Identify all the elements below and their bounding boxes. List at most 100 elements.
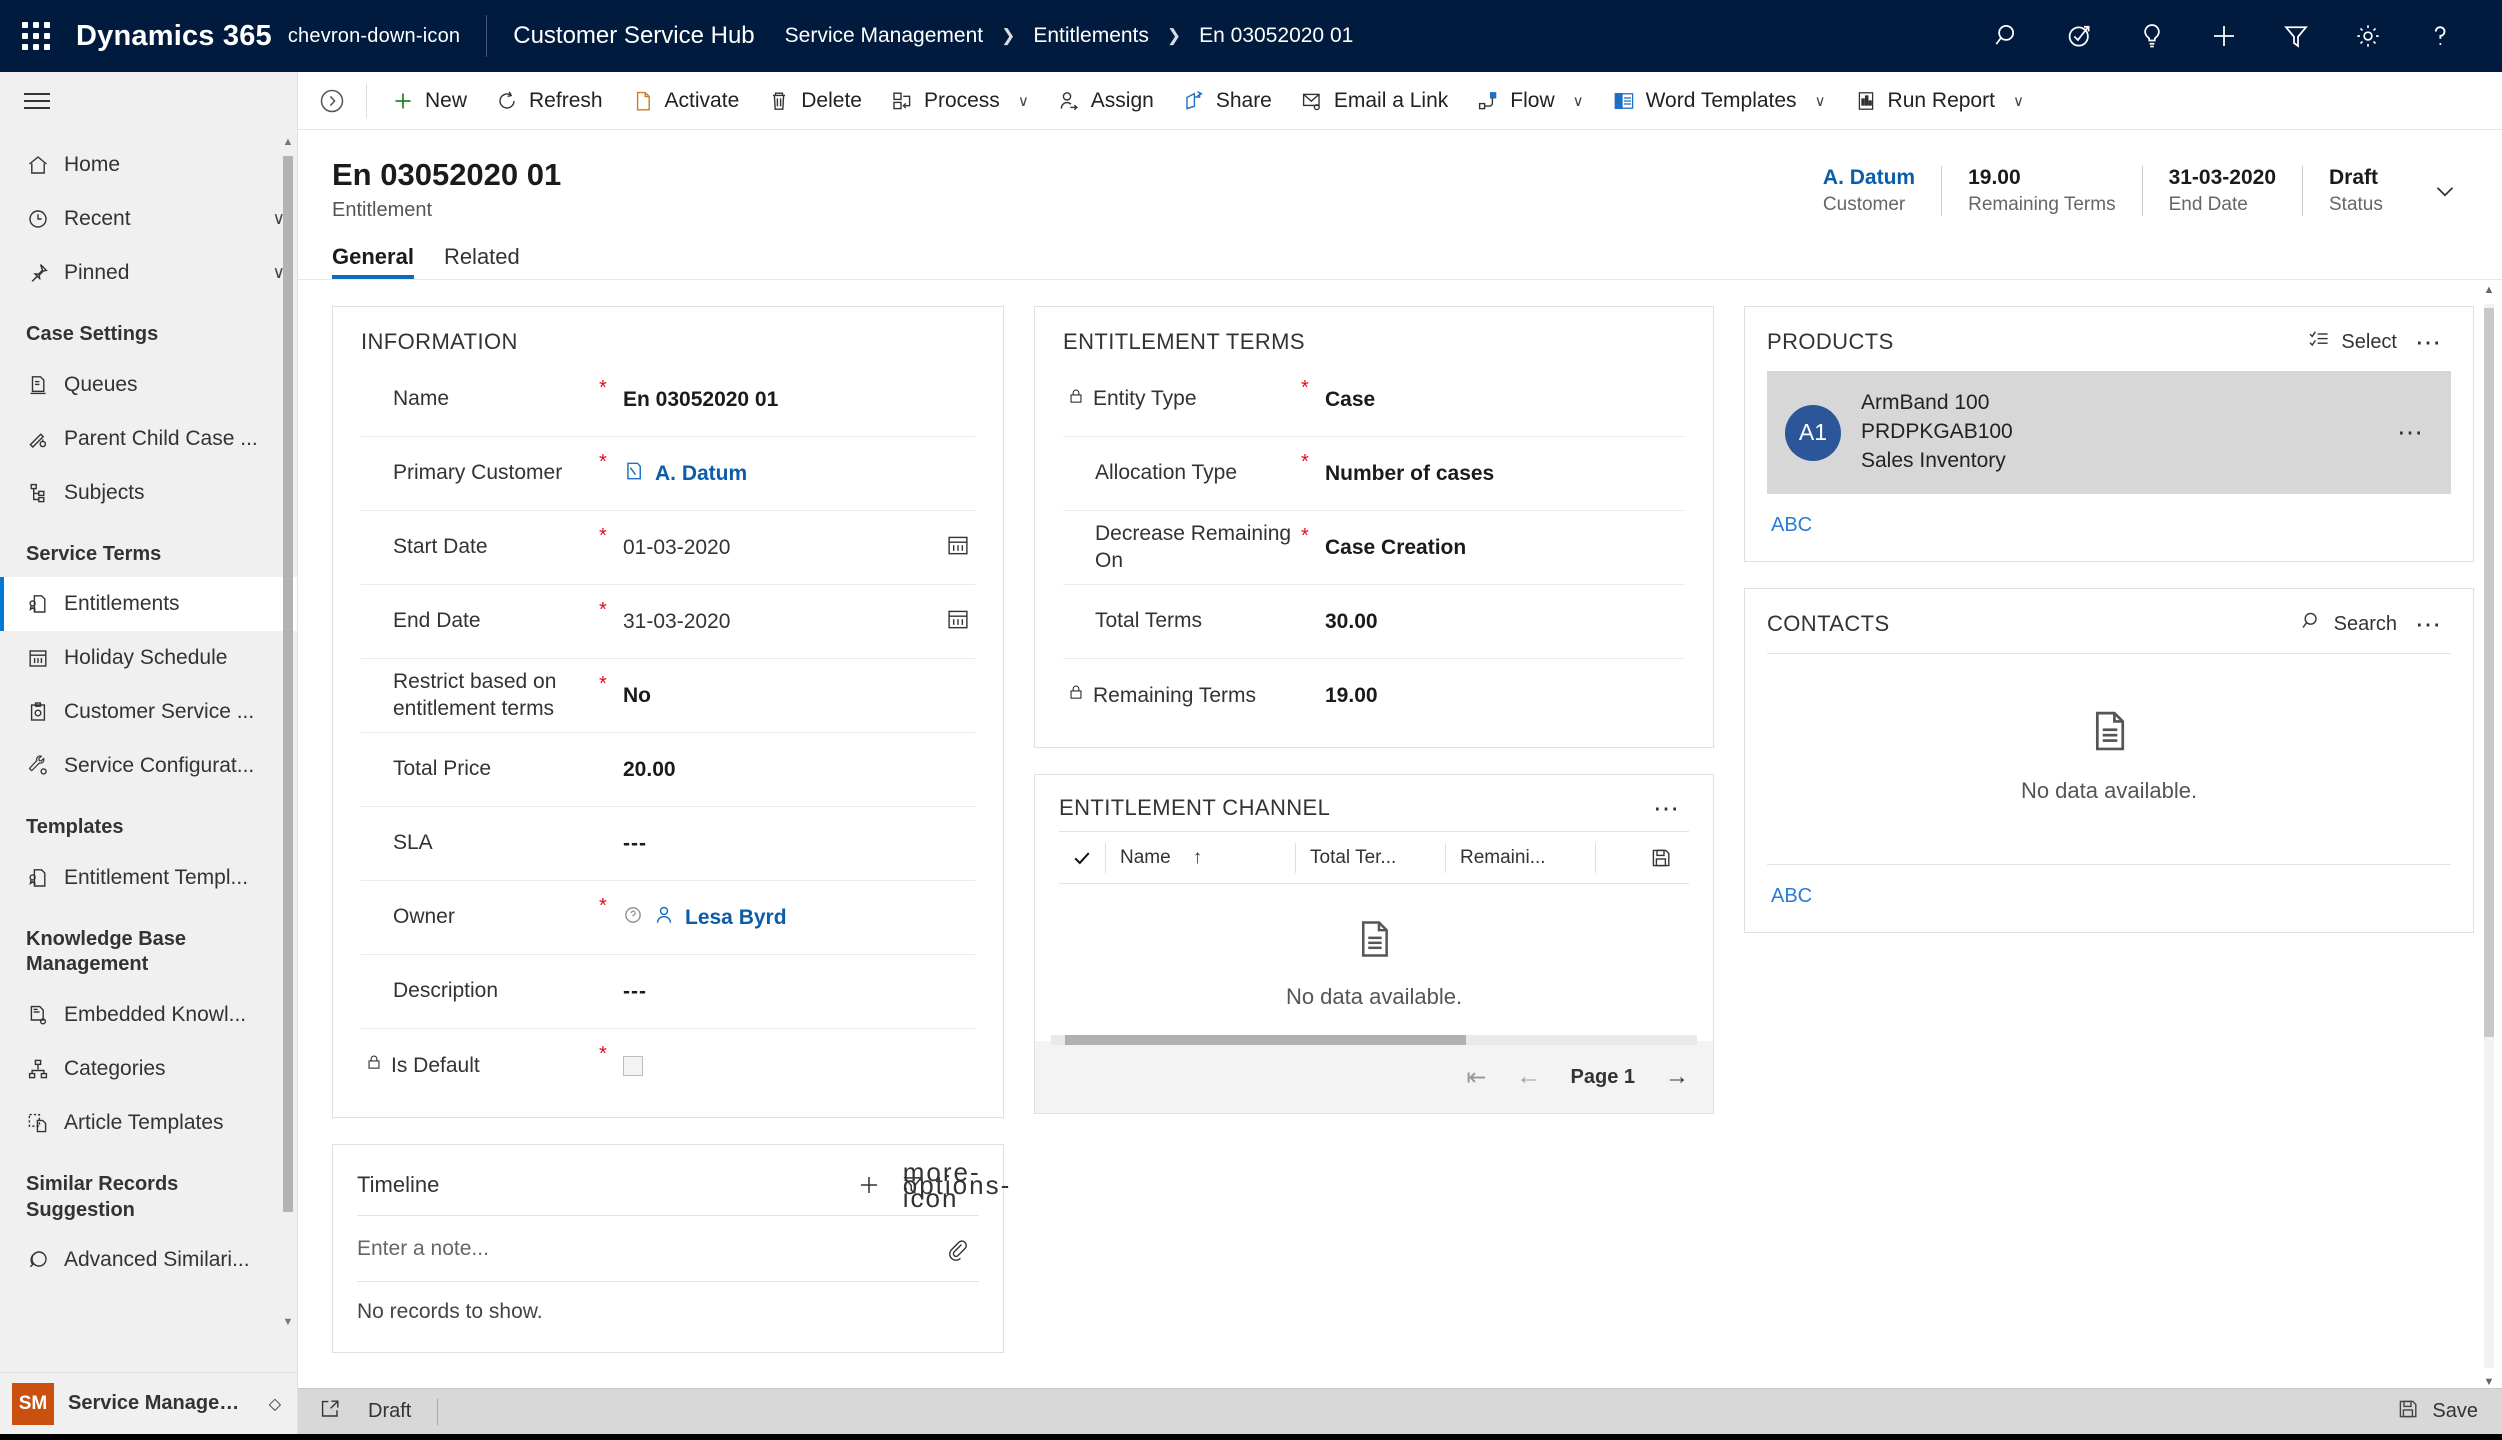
scroll-down-arrow-icon[interactable]: ▼	[2483, 1376, 2495, 1388]
sidebar-item-queues[interactable]: Queues	[0, 358, 297, 412]
activate-button[interactable]: Activate	[617, 77, 754, 125]
chevron-down-icon[interactable]: ∨	[2013, 92, 2024, 110]
more-options-icon[interactable]: ⋯	[2389, 419, 2433, 445]
note-input[interactable]	[357, 1236, 935, 1261]
chevron-down-icon[interactable]: ∨	[1573, 92, 1584, 110]
area-switcher-icon[interactable]: ◇	[269, 1394, 281, 1414]
restrict-based-on-entitlement-terms-field[interactable]: No	[623, 684, 975, 708]
share-button[interactable]: Share	[1168, 77, 1286, 125]
products-footer-link[interactable]: ABC	[1767, 494, 2451, 537]
hamburger-menu-icon[interactable]	[0, 72, 297, 130]
run-report-button[interactable]: Run Report ∨	[1840, 77, 2038, 125]
owner-value[interactable]: Lesa Byrd	[685, 906, 787, 930]
header-field-value[interactable]: A. Datum	[1823, 166, 1915, 190]
help-question-icon[interactable]	[2404, 0, 2476, 72]
sidebar-item-entitlement-templates[interactable]: Entitlement Templ...	[0, 851, 297, 905]
more-options-icon[interactable]: ⋯	[1645, 795, 1689, 821]
primary-customer-value[interactable]: A. Datum	[655, 462, 747, 486]
list-item[interactable]: A1 ArmBand 100 PRDPKGAB100 Sales Invento…	[1767, 371, 2451, 495]
start-date-field[interactable]: 01-03-2020	[623, 536, 945, 560]
brand-dynamics365[interactable]: Dynamics 365 chevron-down-icon	[76, 20, 460, 53]
app-launcher-icon[interactable]	[0, 0, 72, 72]
sidebar-item-parent-child-case[interactable]: Parent Child Case ...	[0, 412, 297, 466]
first-page-icon[interactable]: ⇤	[1466, 1063, 1486, 1092]
process-button[interactable]: Process ∨	[876, 77, 1043, 125]
breadcrumb-item-service-management[interactable]: Service Management	[785, 24, 983, 48]
sidebar-item-categories[interactable]: Categories	[0, 1042, 297, 1096]
column-header-name[interactable]: Name ↑	[1105, 842, 1295, 873]
products-select-button[interactable]: Select	[2297, 327, 2407, 357]
sidebar-item-recent[interactable]: Recent ∨	[0, 192, 297, 246]
flow-button[interactable]: Flow ∨	[1462, 77, 1597, 125]
calendar-icon[interactable]	[945, 606, 975, 637]
breadcrumb-item-entitlements[interactable]: Entitlements	[1033, 24, 1149, 48]
allocation-type-field[interactable]: Number of cases	[1325, 462, 1685, 486]
content-scrollbar[interactable]: ▲ ▼	[2482, 284, 2496, 1388]
end-date-field[interactable]: 31-03-2020	[623, 610, 945, 634]
description-field[interactable]: ---	[623, 980, 975, 1004]
sla-field[interactable]: ---	[623, 832, 975, 856]
sidebar-item-customer-service-schedule[interactable]: Customer Service ...	[0, 685, 297, 739]
new-button[interactable]: New	[377, 77, 481, 125]
more-options-icon[interactable]: ⋯	[2407, 329, 2451, 355]
sidebar-item-pinned[interactable]: Pinned ∨	[0, 246, 297, 300]
chevron-down-icon[interactable]	[2422, 168, 2468, 214]
email-a-link-button[interactable]: Email a Link	[1286, 77, 1462, 125]
name-field[interactable]: En 03052020 01	[623, 388, 975, 412]
owner-field[interactable]: Lesa Byrd	[623, 904, 975, 932]
sidebar-item-home[interactable]: Home	[0, 138, 297, 192]
insights-lightbulb-icon[interactable]	[2116, 0, 2188, 72]
primary-customer-field[interactable]: A. Datum	[623, 460, 975, 488]
sidebar-scrollbar[interactable]: ▲ ▼	[281, 136, 295, 1332]
is-default-field[interactable]	[623, 1056, 975, 1077]
total-terms-field[interactable]: 30.00	[1325, 610, 1685, 634]
paperclip-icon[interactable]	[935, 1229, 979, 1269]
chevron-down-icon[interactable]: chevron-down-icon	[288, 25, 460, 48]
word-templates-button[interactable]: Word Templates ∨	[1598, 77, 1840, 125]
contacts-footer-link[interactable]: ABC	[1767, 865, 2451, 908]
open-in-new-window-icon[interactable]	[318, 1397, 342, 1427]
quick-create-plus-icon[interactable]	[2188, 0, 2260, 72]
total-price-field[interactable]: 20.00	[623, 758, 975, 782]
decrease-remaining-on-field[interactable]: Case Creation	[1325, 536, 1685, 560]
more-options-icon[interactable]: more-options-icon	[903, 1159, 1010, 1211]
tab-general[interactable]: General	[332, 244, 414, 280]
collapse-pane-icon[interactable]	[308, 77, 356, 125]
area-switcher[interactable]: SM Service Managem... ◇	[0, 1372, 297, 1434]
more-options-icon[interactable]: ⋯	[2407, 611, 2451, 637]
plus-icon[interactable]	[847, 1165, 891, 1205]
scroll-up-arrow-icon[interactable]: ▲	[2483, 284, 2495, 296]
select-all-check-icon[interactable]	[1059, 847, 1105, 869]
delete-button[interactable]: Delete	[753, 77, 876, 125]
scroll-up-arrow-icon[interactable]: ▲	[281, 136, 295, 152]
filter-icon[interactable]	[2260, 0, 2332, 72]
scroll-thumb[interactable]	[1065, 1035, 1466, 1046]
chevron-down-icon[interactable]: ∨	[1018, 92, 1029, 110]
assign-button[interactable]: Assign	[1043, 77, 1168, 125]
sidebar-item-subjects[interactable]: Subjects	[0, 466, 297, 520]
contacts-search-button[interactable]: Search	[2290, 609, 2407, 639]
search-icon[interactable]	[1972, 0, 2044, 72]
sidebar-item-holiday-schedule[interactable]: Holiday Schedule	[0, 631, 297, 685]
column-header-remaining-terms[interactable]: Remaini...	[1445, 842, 1595, 873]
sidebar-item-embedded-knowledge[interactable]: Embedded Knowl...	[0, 988, 297, 1042]
next-page-icon[interactable]: →	[1665, 1063, 1689, 1091]
sidebar-item-entitlements[interactable]: Entitlements	[0, 577, 297, 632]
calendar-icon[interactable]	[945, 532, 975, 563]
scroll-thumb[interactable]	[2484, 308, 2494, 1037]
sidebar-scroll-thumb[interactable]	[283, 156, 293, 1212]
settings-gear-icon[interactable]	[2332, 0, 2404, 72]
save-button[interactable]: Save	[2396, 1397, 2478, 1427]
sidebar-item-advanced-similarity[interactable]: Advanced Similari...	[0, 1233, 297, 1287]
sidebar-item-service-configuration[interactable]: Service Configurat...	[0, 739, 297, 793]
is-default-checkbox[interactable]	[623, 1056, 643, 1077]
tab-related[interactable]: Related	[444, 244, 520, 279]
refresh-button[interactable]: Refresh	[481, 77, 617, 125]
scroll-down-arrow-icon[interactable]: ▼	[281, 1316, 295, 1332]
previous-page-icon[interactable]: ←	[1517, 1063, 1541, 1091]
save-grid-icon[interactable]	[1633, 846, 1689, 870]
assistant-icon[interactable]	[2044, 0, 2116, 72]
grid-horizontal-scrollbar[interactable]	[1051, 1035, 1697, 1046]
column-header-total-terms[interactable]: Total Ter...	[1295, 842, 1445, 873]
chevron-down-icon[interactable]: ∨	[1815, 92, 1826, 110]
